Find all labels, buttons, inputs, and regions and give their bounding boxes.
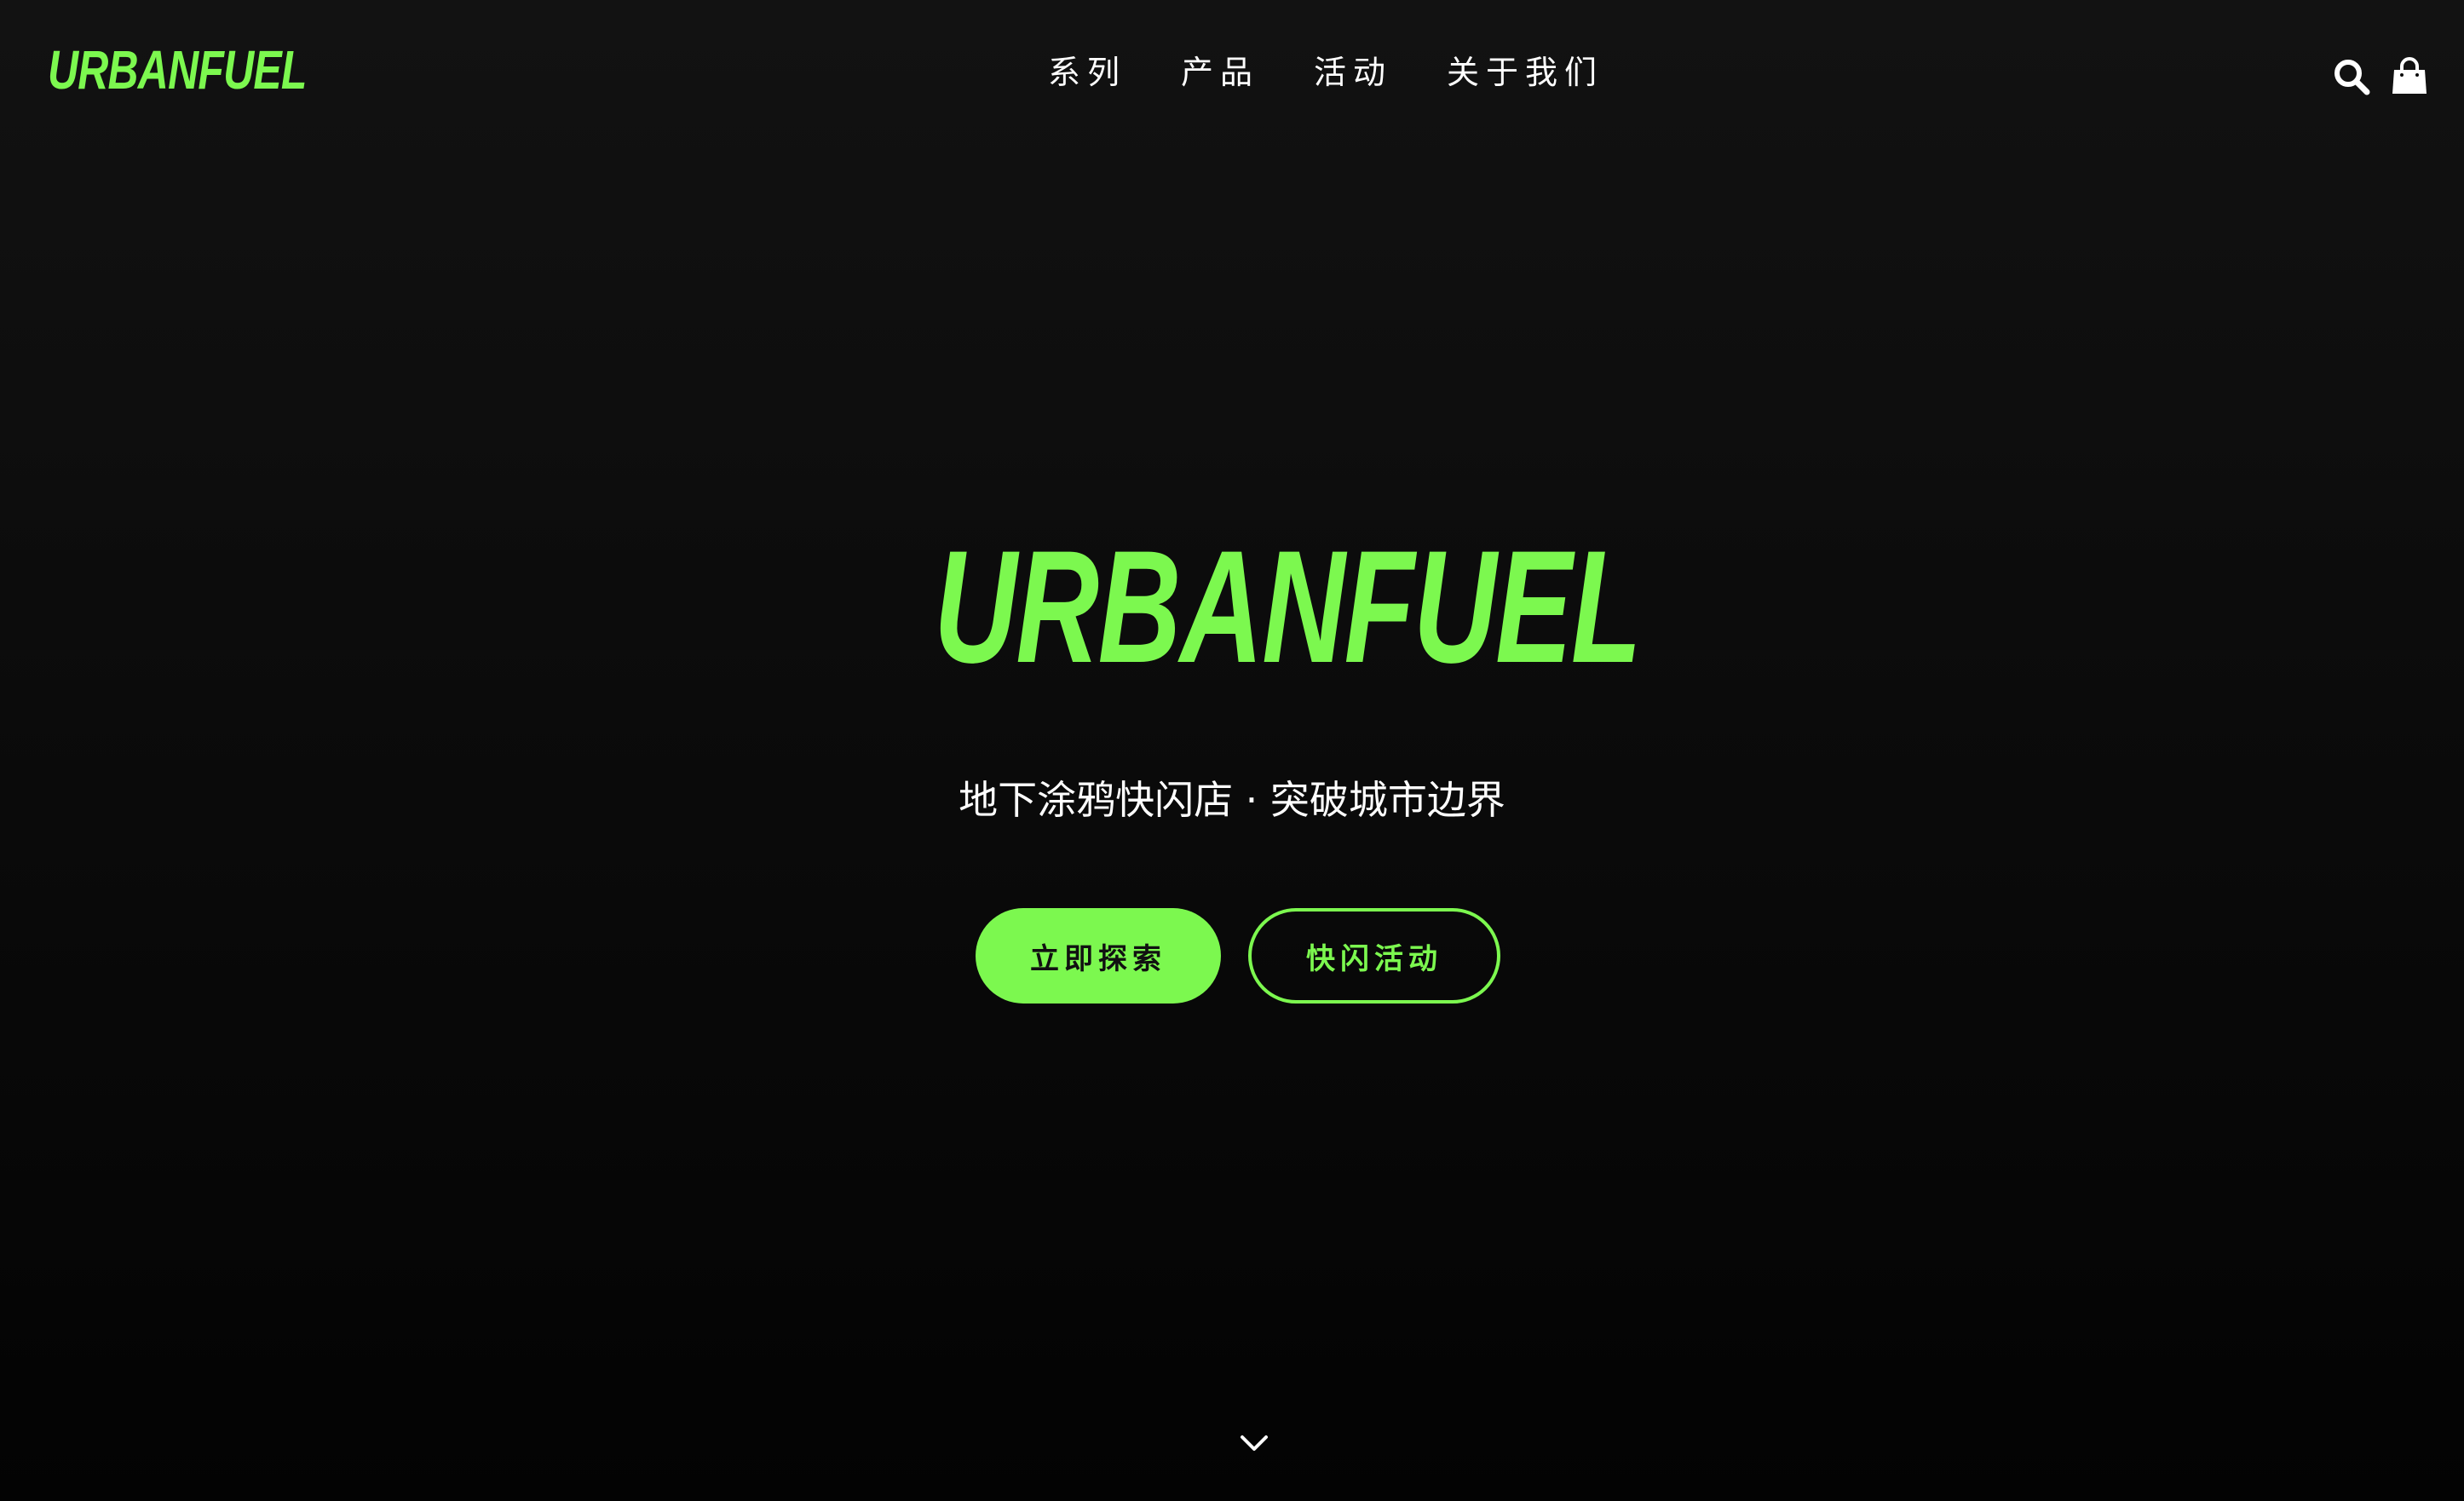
search-icon[interactable] — [2331, 56, 2372, 97]
hero-title: URBANFUEL — [934, 517, 1642, 696]
nav-item-events[interactable]: 活动 — [1314, 56, 1392, 89]
hero-subtitle: 地下涂鸦快闪店 · 突破城市边界 — [959, 777, 1505, 823]
hero-actions: 立即探索 快闪活动 — [976, 908, 1500, 1004]
chevron-down-icon[interactable] — [1237, 1426, 1271, 1460]
nav-item-about[interactable]: 关于我们 — [1447, 56, 1603, 89]
shopping-bag-icon[interactable] — [2389, 56, 2430, 97]
main-nav: 系列 产品 活动 关于我们 — [1048, 56, 1603, 89]
nav-item-products[interactable]: 产品 — [1181, 56, 1259, 89]
nav-item-collections[interactable]: 系列 — [1048, 56, 1126, 89]
flash-events-button[interactable]: 快闪活动 — [1248, 908, 1500, 1004]
brand-logo[interactable]: URBANFUEL — [48, 43, 307, 97]
explore-button[interactable]: 立即探索 — [976, 908, 1221, 1004]
site-header: URBANFUEL 系列 产品 活动 关于我们 — [0, 0, 2464, 153]
